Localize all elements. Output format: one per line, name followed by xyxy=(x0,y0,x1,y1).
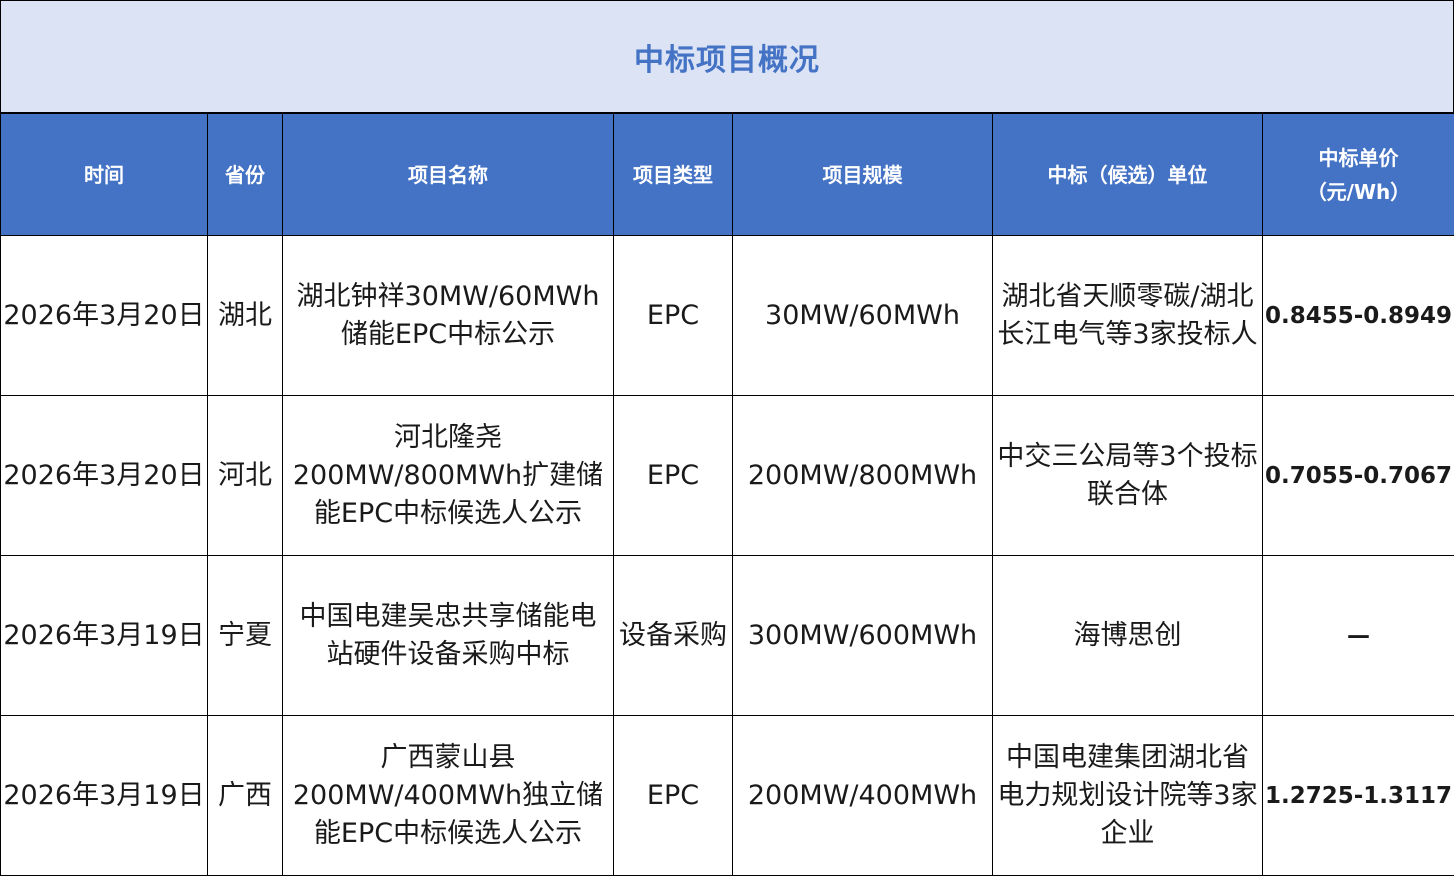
header-date: 时间 xyxy=(1,114,208,236)
cell-project-type: EPC xyxy=(614,396,733,556)
cell-province: 河北 xyxy=(208,396,283,556)
table-title: 中标项目概况 xyxy=(0,0,1454,113)
bid-summary-sheet: 中标项目概况 时间 省份 项目名称 项目类型 项目规模 中标（候选）单位 中标单… xyxy=(0,0,1454,875)
cell-date: 2026年3月19日 xyxy=(1,716,208,876)
cell-project-type: EPC xyxy=(614,716,733,876)
cell-date: 2026年3月20日 xyxy=(1,236,208,396)
cell-project-scale: 30MW/60MWh xyxy=(733,236,993,396)
header-winner: 中标（候选）单位 xyxy=(993,114,1263,236)
table-body: 2026年3月20日 湖北 湖北钟祥30MW/60MWh储能EPC中标公示 EP… xyxy=(1,236,1454,876)
cell-unit-price: 1.2725-1.3117 xyxy=(1263,716,1454,876)
cell-winner: 湖北省天顺零碳/湖北长江电气等3家投标人 xyxy=(993,236,1263,396)
cell-project-type: 设备采购 xyxy=(614,556,733,716)
cell-date: 2026年3月19日 xyxy=(1,556,208,716)
bid-table: 时间 省份 项目名称 项目类型 项目规模 中标（候选）单位 中标单价 （元/Wh… xyxy=(0,113,1454,876)
cell-project-name: 广西蒙山县200MW/400MWh独立储能EPC中标候选人公示 xyxy=(283,716,614,876)
cell-project-name: 湖北钟祥30MW/60MWh储能EPC中标公示 xyxy=(283,236,614,396)
cell-province: 宁夏 xyxy=(208,556,283,716)
table-row: 2026年3月19日 宁夏 中国电建吴忠共享储能电站硬件设备采购中标 设备采购 … xyxy=(1,556,1454,716)
cell-winner: 中交三公局等3个投标联合体 xyxy=(993,396,1263,556)
cell-date: 2026年3月20日 xyxy=(1,396,208,556)
cell-project-scale: 200MW/800MWh xyxy=(733,396,993,556)
header-project-type: 项目类型 xyxy=(614,114,733,236)
cell-project-name: 河北隆尧200MW/800MWh扩建储能EPC中标候选人公示 xyxy=(283,396,614,556)
cell-unit-price: 0.7055-0.7067 xyxy=(1263,396,1454,556)
table-row: 2026年3月20日 湖北 湖北钟祥30MW/60MWh储能EPC中标公示 EP… xyxy=(1,236,1454,396)
cell-unit-price: — xyxy=(1263,556,1454,716)
cell-province: 湖北 xyxy=(208,236,283,396)
header-project-name: 项目名称 xyxy=(283,114,614,236)
table-header: 时间 省份 项目名称 项目类型 项目规模 中标（候选）单位 中标单价 （元/Wh… xyxy=(1,114,1454,236)
table-row: 2026年3月20日 河北 河北隆尧200MW/800MWh扩建储能EPC中标候… xyxy=(1,396,1454,556)
cell-unit-price: 0.8455-0.8949 xyxy=(1263,236,1454,396)
header-province: 省份 xyxy=(208,114,283,236)
table-row: 2026年3月19日 广西 广西蒙山县200MW/400MWh独立储能EPC中标… xyxy=(1,716,1454,876)
cell-project-name: 中国电建吴忠共享储能电站硬件设备采购中标 xyxy=(283,556,614,716)
cell-project-scale: 300MW/600MWh xyxy=(733,556,993,716)
cell-winner: 海博思创 xyxy=(993,556,1263,716)
header-row: 时间 省份 项目名称 项目类型 项目规模 中标（候选）单位 中标单价 （元/Wh… xyxy=(1,114,1454,236)
cell-winner: 中国电建集团湖北省电力规划设计院等3家企业 xyxy=(993,716,1263,876)
cell-project-scale: 200MW/400MWh xyxy=(733,716,993,876)
header-project-scale: 项目规模 xyxy=(733,114,993,236)
cell-province: 广西 xyxy=(208,716,283,876)
header-unit-price: 中标单价 （元/Wh） xyxy=(1263,114,1454,236)
cell-project-type: EPC xyxy=(614,236,733,396)
